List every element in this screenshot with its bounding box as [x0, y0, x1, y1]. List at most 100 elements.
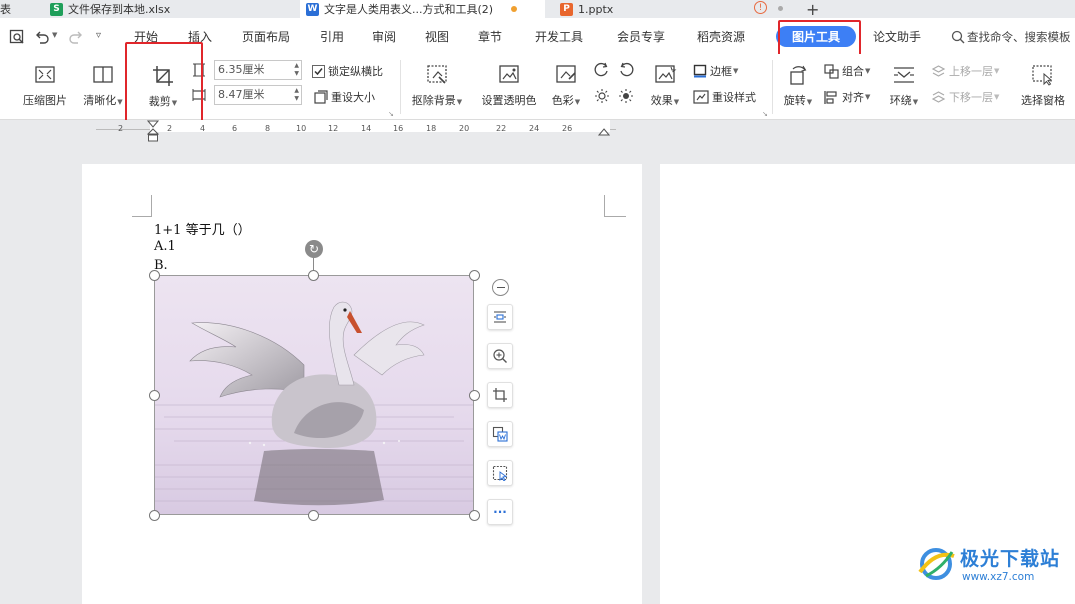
- print-preview-icon[interactable]: [9, 29, 25, 45]
- tab-label: 文字是人类用表义...方式和工具(2): [324, 3, 494, 16]
- tab-pptx-file[interactable]: P 1.pptx !: [556, 0, 786, 18]
- picture-edit-icon: [492, 465, 508, 481]
- redo-icon[interactable]: [68, 29, 84, 45]
- undo-icon[interactable]: [34, 29, 50, 45]
- menu-view[interactable]: 视图: [425, 28, 449, 45]
- resize-handle-left[interactable]: [149, 390, 160, 401]
- effects-icon: [655, 65, 677, 83]
- layout-options-icon: [494, 311, 506, 323]
- menu-member[interactable]: 会员专享: [617, 28, 665, 45]
- set-transparent-color-label: 设置透明色: [481, 94, 537, 107]
- send-backward-button[interactable]: 下移一层 ▼: [931, 89, 999, 105]
- warning-icon: !: [754, 1, 767, 14]
- indent-marker-icon[interactable]: [147, 120, 159, 142]
- picture-width-field[interactable]: 8.47厘米 ▲ ▼: [214, 85, 302, 105]
- color-button[interactable]: 色彩▼: [548, 64, 584, 108]
- spreadsheet-icon: S: [50, 2, 63, 16]
- align-dropdown-icon: ▼: [865, 93, 871, 101]
- decrease-brightness-icon[interactable]: [618, 88, 634, 104]
- resize-handle-top-left[interactable]: [149, 270, 160, 281]
- zoom-in-icon: [493, 349, 507, 363]
- ruler-tick: 24: [529, 124, 540, 133]
- more-options-button[interactable]: ···: [487, 499, 513, 525]
- ruler-tick: 18: [426, 124, 437, 133]
- menu-docer-resources[interactable]: 稻壳资源: [697, 28, 745, 45]
- layout-options-button[interactable]: [487, 304, 513, 330]
- picture-selection-frame: [154, 275, 474, 515]
- border-button[interactable]: 边框 ▼: [693, 63, 738, 79]
- picture-to-text-button[interactable]: [487, 421, 513, 447]
- increase-brightness-icon[interactable]: [594, 88, 610, 104]
- height-stepper-icon[interactable]: ▲ ▼: [294, 62, 299, 78]
- wrap-text-label: 环绕▼: [889, 94, 919, 107]
- clarify-button[interactable]: 清晰化▼: [78, 64, 128, 108]
- group-label: 组合: [842, 65, 864, 78]
- remove-background-label: 抠除背景▼: [411, 94, 463, 107]
- presentation-icon: P: [560, 2, 573, 16]
- wrap-text-icon: [894, 67, 914, 83]
- question-text[interactable]: 1+1 等于几（）: [154, 219, 251, 238]
- send-backward-dropdown-icon: ▼: [994, 93, 1000, 101]
- ruler-tick: 26: [562, 124, 573, 133]
- tab-xlsx-file[interactable]: S 文件保存到本地.xlsx: [50, 0, 290, 18]
- menu-references[interactable]: 引用: [320, 28, 344, 45]
- tab-label: 表: [0, 3, 11, 16]
- wrap-text-button[interactable]: 环绕▼: [884, 64, 924, 108]
- bring-forward-button[interactable]: 上移一层 ▼: [931, 63, 999, 79]
- decrease-contrast-icon[interactable]: [618, 62, 634, 78]
- reset-style-button[interactable]: 重设样式: [693, 89, 756, 105]
- align-button[interactable]: 对齐 ▼: [824, 89, 870, 105]
- new-tab-button[interactable]: +: [806, 0, 826, 18]
- picture-edit-button[interactable]: [487, 460, 513, 486]
- size-dialog-launcher-icon[interactable]: ↘: [388, 110, 394, 118]
- width-stepper-icon[interactable]: ▲ ▼: [294, 87, 299, 103]
- picture-height-field[interactable]: 6.35厘米 ▲ ▼: [214, 60, 302, 80]
- option-a-text[interactable]: A.1: [154, 239, 176, 254]
- reset-size-button[interactable]: 重设大小: [314, 89, 375, 105]
- effects-button[interactable]: 效果▼: [646, 64, 684, 108]
- zoom-picture-button[interactable]: [487, 343, 513, 369]
- picture-height-value: 6.35厘米: [218, 63, 265, 76]
- compress-picture-button[interactable]: 压缩图片: [20, 64, 70, 108]
- quick-crop-button[interactable]: [487, 382, 513, 408]
- selection-pane-button[interactable]: 选择窗格: [1016, 64, 1070, 108]
- style-dialog-launcher-icon[interactable]: ↘: [762, 110, 768, 118]
- ruler-tick: 2: [167, 124, 173, 133]
- rotate-handle-icon[interactable]: ↻: [305, 240, 323, 258]
- border-icon: [693, 64, 707, 78]
- bring-forward-dropdown-icon: ▼: [994, 67, 1000, 75]
- tab-docx-file[interactable]: W 文字是人类用表义...方式和工具(2): [300, 0, 545, 18]
- menu-thesis-assistant[interactable]: 论文助手: [873, 28, 921, 45]
- set-transparent-color-button[interactable]: 设置透明色: [478, 64, 540, 108]
- undo-dropdown-icon[interactable]: ▼: [52, 31, 57, 39]
- resize-handle-top[interactable]: [308, 270, 319, 281]
- watermark-logo-icon: [918, 548, 955, 580]
- customize-toolbar-icon[interactable]: ▿: [96, 30, 101, 41]
- resize-handle-top-right[interactable]: [469, 270, 480, 281]
- resize-handle-bottom-left[interactable]: [149, 510, 160, 521]
- command-search-input[interactable]: 查找命令、搜索模板: [967, 29, 1071, 45]
- align-icon: [824, 90, 837, 104]
- resize-handle-right[interactable]: [469, 390, 480, 401]
- group-button[interactable]: 组合 ▼: [824, 63, 870, 79]
- collapse-toolbar-icon[interactable]: [492, 279, 509, 296]
- remove-background-button[interactable]: 抠除背景▼: [408, 64, 466, 108]
- resize-handle-bottom[interactable]: [308, 510, 319, 521]
- menu-developer[interactable]: 开发工具: [535, 28, 583, 45]
- menu-review[interactable]: 审阅: [372, 28, 396, 45]
- search-icon[interactable]: [951, 30, 965, 44]
- document-icon: W: [306, 2, 319, 16]
- lock-aspect-ratio-checkbox[interactable]: 锁定纵横比: [312, 63, 383, 79]
- rotate-icon: [790, 65, 807, 85]
- menu-chapter[interactable]: 章节: [478, 28, 502, 45]
- increase-contrast-icon[interactable]: [594, 62, 610, 78]
- compress-picture-icon: [35, 66, 55, 83]
- right-indent-marker-icon[interactable]: [598, 128, 610, 140]
- rotate-button[interactable]: 旋转▼: [780, 64, 816, 108]
- resize-handle-bottom-right[interactable]: [469, 510, 480, 521]
- tab-partial[interactable]: 表: [0, 0, 40, 18]
- menu-page-layout[interactable]: 页面布局: [242, 28, 290, 45]
- send-backward-icon: [931, 90, 946, 103]
- highlight-box-crop: [125, 42, 203, 124]
- document-page-next[interactable]: [660, 164, 1075, 604]
